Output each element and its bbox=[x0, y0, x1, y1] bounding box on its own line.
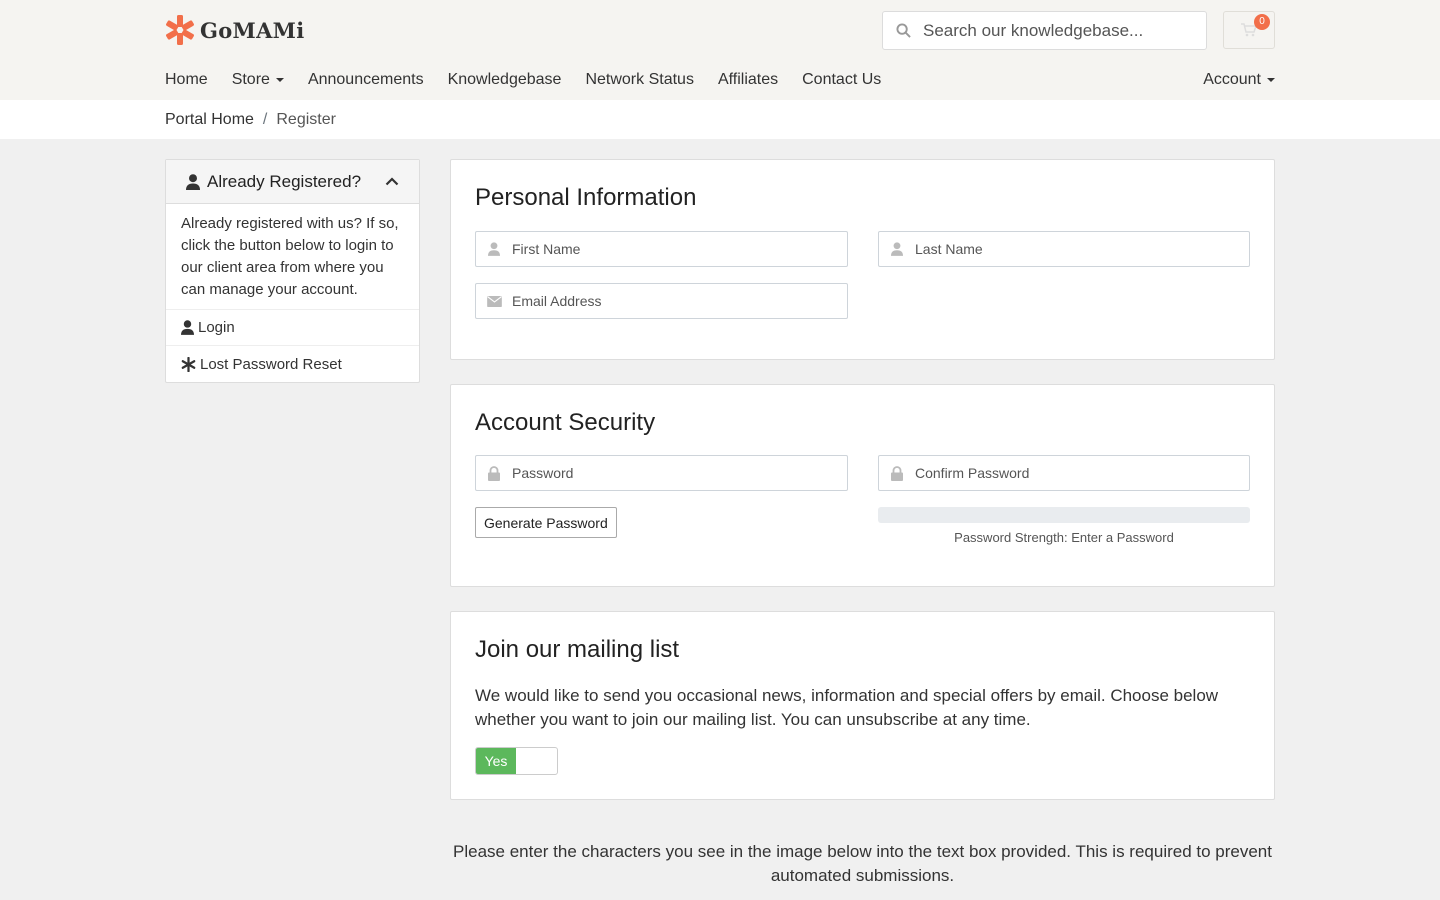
nav-knowledgebase-label: Knowledgebase bbox=[447, 71, 562, 88]
user-icon bbox=[186, 173, 200, 190]
cart-button[interactable]: 0 bbox=[1223, 11, 1275, 49]
login-link[interactable]: Login bbox=[166, 310, 419, 346]
caret-down-icon bbox=[1267, 78, 1275, 82]
nav-home[interactable]: Home bbox=[165, 71, 208, 89]
mailing-list-card: Join our mailing list We would like to s… bbox=[450, 611, 1275, 800]
account-security-title: Account Security bbox=[475, 409, 656, 436]
nav-contact-us-label: Contact Us bbox=[802, 71, 882, 88]
lock-icon bbox=[476, 465, 512, 481]
password-field[interactable] bbox=[475, 455, 848, 491]
generate-password-button[interactable]: Generate Password bbox=[475, 507, 617, 538]
nav-account[interactable]: Account bbox=[1203, 71, 1275, 89]
first-name-field[interactable] bbox=[475, 231, 848, 267]
confirm-password-field[interactable] bbox=[878, 455, 1250, 491]
search-icon bbox=[883, 23, 923, 38]
knowledgebase-search[interactable] bbox=[882, 11, 1207, 50]
nav-contact-us[interactable]: Contact Us bbox=[802, 71, 881, 89]
mailing-list-title: Join our mailing list bbox=[475, 636, 680, 663]
search-input[interactable] bbox=[923, 20, 1193, 41]
toggle-yes-label: Yes bbox=[476, 748, 516, 774]
asterisk-icon bbox=[181, 356, 196, 372]
nav-network-status[interactable]: Network Status bbox=[585, 71, 693, 89]
nav-announcements[interactable]: Announcements bbox=[308, 71, 424, 89]
panel-description: Already registered with us? If so, click… bbox=[166, 204, 419, 310]
main-nav: Home Store Announcements Knowledgebase N… bbox=[165, 60, 1275, 100]
nav-store-label: Store bbox=[231, 71, 270, 88]
brand-name: GoMAMi bbox=[200, 17, 305, 43]
nav-account-label: Account bbox=[1203, 71, 1261, 88]
breadcrumb-home[interactable]: Portal Home bbox=[165, 111, 254, 129]
panel-header[interactable]: Already Registered? bbox=[166, 160, 419, 204]
email-field[interactable] bbox=[475, 283, 848, 319]
first-name-input[interactable] bbox=[512, 241, 832, 257]
logo-icon bbox=[166, 15, 194, 45]
breadcrumb-bar: Portal Home / Register bbox=[0, 100, 1440, 139]
nav-store[interactable]: Store bbox=[232, 71, 284, 89]
mailing-list-toggle[interactable]: Yes bbox=[475, 747, 558, 775]
user-icon bbox=[879, 242, 915, 256]
lock-icon bbox=[879, 465, 915, 481]
breadcrumb: Portal Home / Register bbox=[165, 100, 1275, 139]
account-security-card: Account Security Generate Password Passw… bbox=[450, 384, 1275, 587]
chevron-up-icon[interactable] bbox=[385, 176, 399, 186]
breadcrumb-current: Register bbox=[276, 110, 336, 128]
already-registered-panel: Already Registered? Already registered w… bbox=[165, 159, 420, 383]
lost-password-label: Lost Password Reset bbox=[200, 355, 342, 373]
mailing-list-description: We would like to send you occasional new… bbox=[475, 686, 1219, 729]
nav-network-status-label: Network Status bbox=[585, 71, 694, 88]
brand-logo[interactable]: GoMAMi bbox=[165, 14, 305, 46]
nav-affiliates[interactable]: Affiliates bbox=[718, 71, 778, 89]
nav-announcements-label: Announcements bbox=[307, 71, 424, 88]
breadcrumb-separator: / bbox=[262, 110, 268, 128]
confirm-password-input[interactable] bbox=[915, 465, 1235, 481]
user-icon bbox=[181, 320, 194, 335]
nav-affiliates-label: Affiliates bbox=[717, 71, 779, 88]
cart-count-badge: 0 bbox=[1254, 14, 1270, 30]
last-name-field[interactable] bbox=[878, 231, 1250, 267]
login-label: Login bbox=[198, 319, 235, 336]
personal-information-card: Personal Information bbox=[450, 159, 1275, 360]
password-strength-bar bbox=[878, 507, 1250, 523]
nav-knowledgebase[interactable]: Knowledgebase bbox=[448, 71, 562, 89]
email-input[interactable] bbox=[512, 293, 832, 309]
lost-password-link[interactable]: Lost Password Reset bbox=[166, 346, 419, 382]
password-strength-text: Password Strength: Enter a Password bbox=[954, 530, 1174, 545]
user-icon bbox=[476, 242, 512, 256]
top-header: GoMAMi 0 Home Store Announcements Knowle… bbox=[0, 0, 1440, 100]
caret-down-icon bbox=[275, 78, 284, 82]
password-input[interactable] bbox=[512, 465, 832, 481]
panel-title: Already Registered? bbox=[207, 171, 362, 191]
nav-home-label: Home bbox=[165, 71, 208, 88]
envelope-icon bbox=[476, 295, 512, 307]
personal-information-title: Personal Information bbox=[475, 184, 697, 211]
last-name-input[interactable] bbox=[915, 241, 1235, 257]
captcha-instructions: Please enter the characters you see in t… bbox=[453, 842, 1272, 885]
